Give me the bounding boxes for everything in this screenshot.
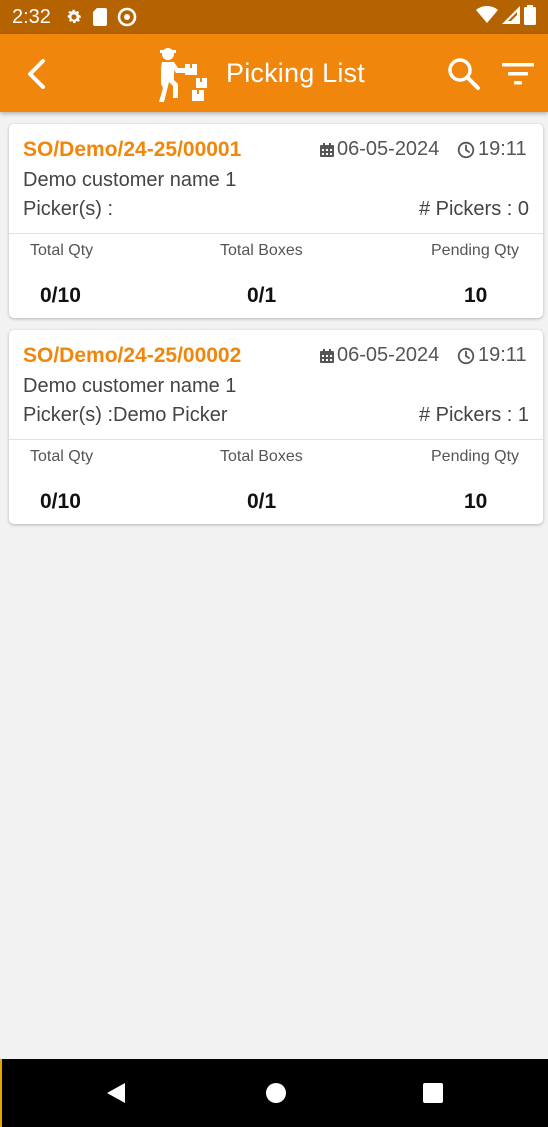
total-qty-label: Total Qty: [30, 242, 94, 259]
order-card[interactable]: SO/Demo/24-25/00002 06-05-2024 19:11 Dem…: [9, 330, 543, 524]
nav-back-button[interactable]: [96, 1073, 136, 1113]
pending-qty-label: Pending Qty: [431, 242, 520, 259]
customer-name: Demo customer name 1: [23, 375, 237, 397]
order-card[interactable]: SO/Demo/24-25/00001 06-05-2024 19:11 Dem…: [9, 124, 543, 318]
total-boxes-label: Total Boxes: [220, 448, 303, 465]
wifi-icon: [476, 5, 498, 29]
nav-home-button[interactable]: [256, 1073, 296, 1113]
app-title-group: Picking List: [152, 44, 365, 102]
app-bar: Picking List: [0, 34, 548, 112]
total-boxes-value: 0/1: [247, 284, 277, 307]
order-date-value: 06-05-2024: [337, 344, 440, 366]
signal-icon: [502, 5, 520, 29]
search-icon: [448, 58, 480, 90]
total-qty-value: 0/10: [40, 490, 81, 513]
page-title: Picking List: [226, 57, 365, 88]
clock-icon: [457, 347, 475, 364]
nav-recents-button[interactable]: [413, 1073, 453, 1113]
pickers-text: Picker(s) :: [23, 198, 113, 220]
pickers-count: # Pickers : 0: [418, 198, 529, 220]
data-saver-icon: [117, 7, 137, 27]
back-triangle-icon: [107, 1083, 125, 1103]
back-button[interactable]: [18, 54, 54, 94]
order-time: 19:11: [457, 138, 527, 161]
pending-qty-value: 10: [464, 490, 488, 513]
total-boxes-value: 0/1: [247, 490, 277, 513]
calendar-icon: [320, 142, 334, 157]
card-divider: [9, 233, 543, 234]
total-boxes-label: Total Boxes: [220, 242, 303, 259]
gear-icon: [65, 8, 83, 26]
total-qty-value: 0/10: [40, 284, 81, 307]
status-bar: 2:32: [0, 0, 548, 34]
order-number: SO/Demo/24-25/00002: [23, 344, 242, 367]
pending-qty-label: Pending Qty: [431, 448, 520, 465]
picking-list: SO/Demo/24-25/00001 06-05-2024 19:11 Dem…: [9, 124, 543, 536]
order-number: SO/Demo/24-25/00001: [23, 138, 242, 161]
order-time: 19:11: [457, 344, 527, 367]
pickers-text: Picker(s) :Demo Picker: [23, 404, 228, 426]
search-button[interactable]: [444, 54, 484, 94]
battery-icon: [524, 4, 536, 30]
system-nav-bar: [0, 1059, 548, 1127]
customer-name: Demo customer name 1: [23, 169, 237, 191]
pending-qty-value: 10: [464, 284, 488, 307]
order-date-value: 06-05-2024: [337, 138, 440, 160]
sd-card-icon: [92, 8, 107, 26]
order-time-value: 19:11: [478, 344, 527, 366]
calendar-icon: [320, 348, 334, 363]
card-divider: [9, 439, 543, 440]
order-date: 06-05-2024: [319, 344, 439, 367]
filter-icon: [502, 63, 534, 85]
order-time-value: 19:11: [478, 138, 527, 160]
order-date: 06-05-2024: [319, 138, 439, 161]
total-qty-label: Total Qty: [30, 448, 94, 465]
status-time: 2:32: [12, 5, 51, 28]
back-arrow-icon: [28, 59, 45, 89]
screen-edge: [0, 1059, 2, 1127]
clock-icon: [457, 141, 475, 158]
pickers-count: # Pickers : 1: [418, 404, 529, 426]
recents-square-icon: [423, 1083, 443, 1103]
picker-logo-icon: [159, 48, 207, 102]
home-circle-icon: [266, 1083, 286, 1103]
filter-button[interactable]: [498, 54, 538, 94]
